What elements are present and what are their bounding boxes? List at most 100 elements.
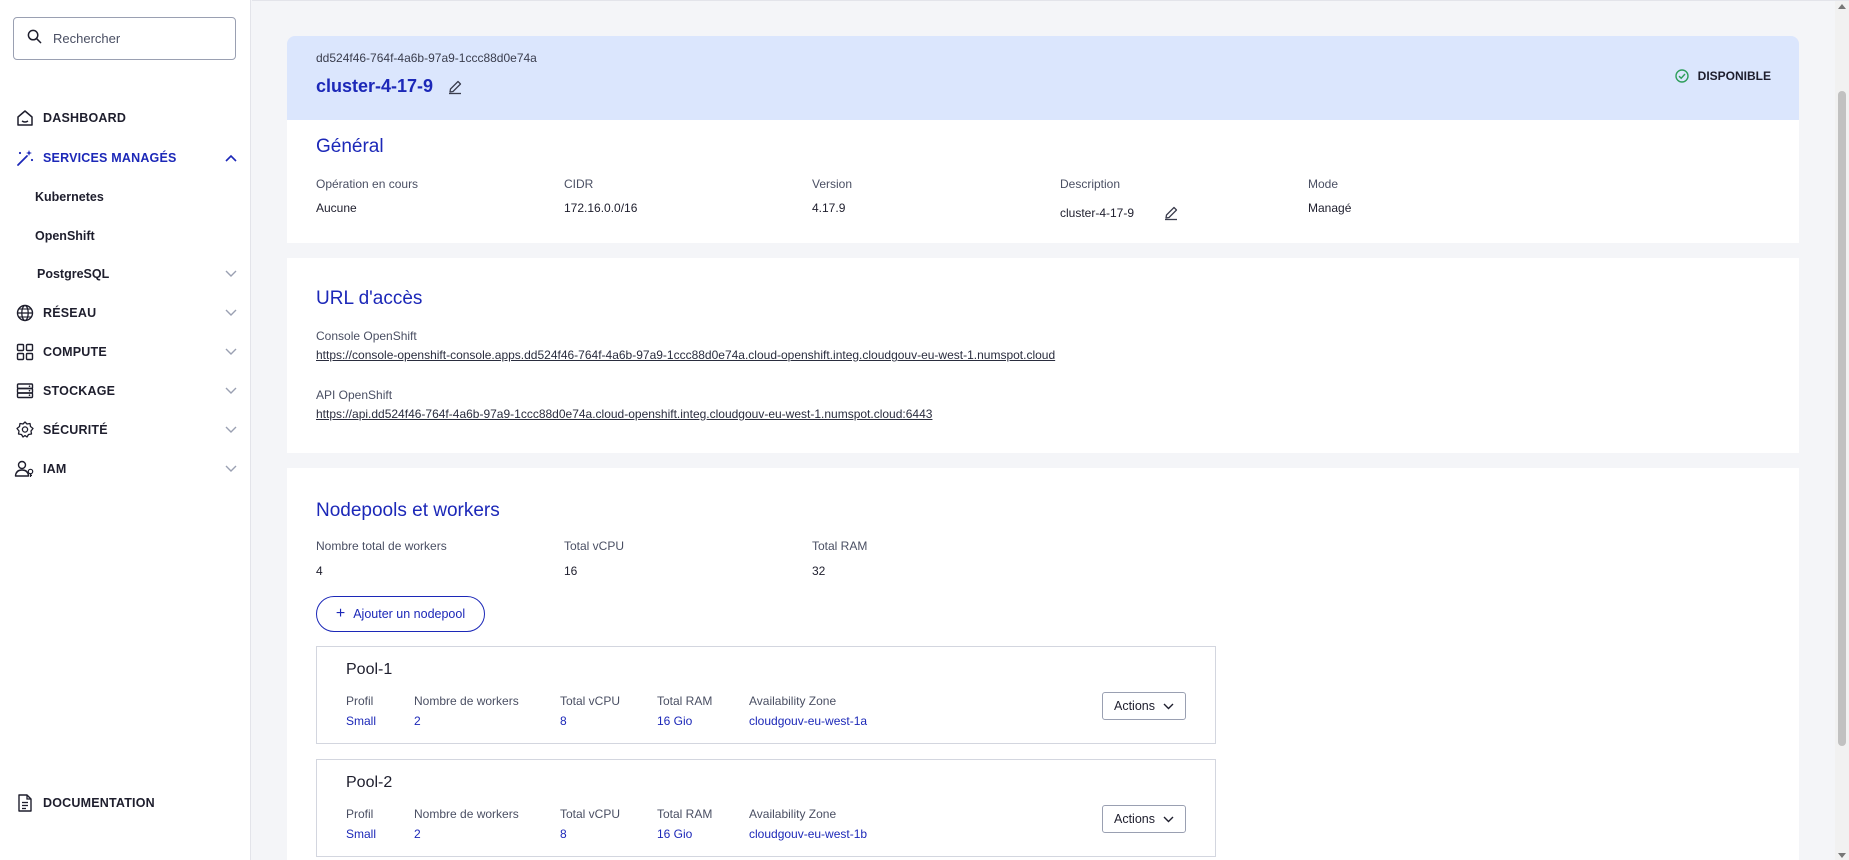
magic-wand-icon bbox=[14, 147, 36, 169]
button-label: Actions bbox=[1114, 812, 1155, 826]
nav-item-compute[interactable]: COMPUTE bbox=[14, 339, 238, 365]
url-label: Console OpenShift bbox=[316, 329, 417, 343]
add-nodepool-button[interactable]: + Ajouter un nodepool bbox=[316, 596, 485, 632]
home-icon bbox=[14, 107, 36, 129]
chevron-down-icon[interactable] bbox=[224, 306, 238, 320]
urls-section: URL d'accès Console OpenShift https://co… bbox=[287, 258, 1799, 453]
field-value: Managé bbox=[1308, 201, 1352, 215]
nav-label: DOCUMENTATION bbox=[43, 796, 155, 810]
check-circle-icon bbox=[1674, 69, 1689, 83]
chevron-down-icon[interactable] bbox=[224, 384, 238, 398]
pool-label: Availability Zone bbox=[749, 807, 837, 821]
summary-label: Total RAM bbox=[812, 539, 868, 553]
sub-item-label: Kubernetes bbox=[35, 190, 104, 204]
edit-pencil-icon[interactable] bbox=[1163, 205, 1179, 221]
sub-item-label: OpenShift bbox=[35, 229, 95, 243]
summary-label: Nombre total de workers bbox=[316, 539, 447, 553]
url-label: API OpenShift bbox=[316, 388, 393, 402]
chevron-down-icon[interactable] bbox=[224, 267, 238, 281]
pool-label: Nombre de workers bbox=[414, 807, 519, 821]
sidebar: DASHBOARD SERVICES MANAGÉS Kubernetes Op… bbox=[0, 0, 251, 860]
scroll-down-arrow-icon[interactable] bbox=[1838, 853, 1846, 858]
nav-label: COMPUTE bbox=[43, 345, 107, 359]
pool-label: Profil bbox=[346, 807, 374, 821]
plus-icon: + bbox=[335, 605, 346, 622]
button-label: Ajouter un nodepool bbox=[353, 607, 466, 621]
sidebar-subitem-openshift[interactable]: OpenShift bbox=[35, 225, 238, 247]
field-value: Aucune bbox=[316, 201, 357, 215]
sub-item-label: PostgreSQL bbox=[37, 267, 110, 281]
search-input[interactable] bbox=[53, 31, 213, 46]
summary-value: 32 bbox=[812, 564, 826, 578]
section-title: URL d'accès bbox=[316, 288, 423, 309]
field-label: Description bbox=[1060, 177, 1121, 191]
nav-label: DASHBOARD bbox=[43, 111, 127, 125]
pool-name: Pool-1 bbox=[346, 661, 393, 678]
pool-value: 2 bbox=[414, 827, 421, 841]
vertical-scrollbar[interactable] bbox=[1835, 1, 1849, 860]
pool-label: Availability Zone bbox=[749, 694, 837, 708]
api-url-link[interactable]: https://api.dd524f46-764f-4a6b-97a9-1ccc… bbox=[316, 407, 932, 421]
cluster-id: dd524f46-764f-4a6b-97a9-1ccc88d0e74a bbox=[316, 51, 537, 65]
field-label: Mode bbox=[1308, 177, 1339, 191]
nav-item-services-manages[interactable]: SERVICES MANAGÉS bbox=[14, 145, 238, 171]
chevron-down-icon[interactable] bbox=[224, 423, 238, 437]
section-title: Général bbox=[316, 136, 384, 157]
sidebar-subitem-kubernetes[interactable]: Kubernetes bbox=[35, 186, 238, 208]
section-title: Nodepools et workers bbox=[316, 500, 500, 521]
nav-label: IAM bbox=[43, 462, 67, 476]
console-url-link[interactable]: https://console-openshift-console.apps.d… bbox=[316, 348, 1055, 362]
nodepool-card: Pool-1 Profil Nombre de workers Total vC… bbox=[316, 646, 1216, 744]
cluster-title: cluster-4-17-9 bbox=[316, 76, 463, 97]
chevron-down-icon[interactable] bbox=[224, 345, 238, 359]
database-icon bbox=[14, 380, 36, 402]
pool-value: cloudgouv-eu-west-1b bbox=[749, 827, 868, 841]
field-label: CIDR bbox=[564, 177, 594, 191]
chevron-down-icon[interactable] bbox=[224, 462, 238, 476]
pool-label: Total vCPU bbox=[560, 807, 621, 821]
shield-icon bbox=[14, 419, 36, 441]
pool-label: Nombre de workers bbox=[414, 694, 519, 708]
actions-dropdown-button[interactable]: Actions bbox=[1102, 805, 1186, 833]
pool-value: cloudgouv-eu-west-1a bbox=[749, 714, 868, 728]
field-value: cluster-4-17-9 bbox=[1060, 206, 1135, 220]
summary-value: 16 bbox=[564, 564, 578, 578]
pool-label: Total RAM bbox=[657, 807, 713, 821]
summary-value: 4 bbox=[316, 564, 323, 578]
chevron-down-icon bbox=[1163, 816, 1174, 823]
pool-label: Profil bbox=[346, 694, 374, 708]
search-icon bbox=[27, 29, 42, 49]
actions-dropdown-button[interactable]: Actions bbox=[1102, 692, 1186, 720]
scroll-up-arrow-icon[interactable] bbox=[1838, 4, 1846, 9]
nav-item-dashboard[interactable]: DASHBOARD bbox=[14, 105, 238, 131]
nodepools-section: Nodepools et workers Nombre total de wor… bbox=[287, 468, 1799, 860]
main-content: dd524f46-764f-4a6b-97a9-1ccc88d0e74a clu… bbox=[252, 0, 1849, 860]
globe-icon bbox=[14, 302, 36, 324]
nav-label: SÉCURITÉ bbox=[43, 423, 108, 437]
field-label: Opération en cours bbox=[316, 177, 419, 191]
pool-value: 8 bbox=[560, 714, 567, 728]
grid-icon bbox=[14, 341, 36, 363]
button-label: Actions bbox=[1114, 699, 1155, 713]
nav-item-iam[interactable]: IAM bbox=[14, 456, 238, 482]
nav-item-securite[interactable]: SÉCURITÉ bbox=[14, 417, 238, 443]
search-box[interactable] bbox=[13, 17, 236, 60]
sidebar-subitem-postgresql[interactable]: PostgreSQL bbox=[37, 263, 238, 285]
nav-item-reseau[interactable]: RÉSEAU bbox=[14, 300, 238, 326]
scrollbar-thumb[interactable] bbox=[1838, 91, 1846, 746]
users-icon bbox=[14, 458, 36, 480]
cluster-header: dd524f46-764f-4a6b-97a9-1ccc88d0e74a clu… bbox=[287, 36, 1799, 120]
nav-item-stockage[interactable]: STOCKAGE bbox=[14, 378, 238, 404]
chevron-up-icon[interactable] bbox=[224, 151, 238, 165]
page-title: cluster-4-17-9 bbox=[316, 76, 434, 96]
chevron-down-icon bbox=[1163, 703, 1174, 710]
pool-value: 16 Gio bbox=[657, 714, 693, 728]
field-label: Version bbox=[812, 177, 853, 191]
nav-label: RÉSEAU bbox=[43, 306, 97, 320]
document-icon bbox=[14, 792, 36, 814]
field-value: 172.16.0.0/16 bbox=[564, 201, 638, 215]
edit-pencil-icon[interactable] bbox=[447, 79, 463, 95]
nav-item-documentation[interactable]: DOCUMENTATION bbox=[14, 790, 238, 816]
pool-value: Small bbox=[346, 827, 377, 841]
field-value: 4.17.9 bbox=[812, 201, 846, 215]
